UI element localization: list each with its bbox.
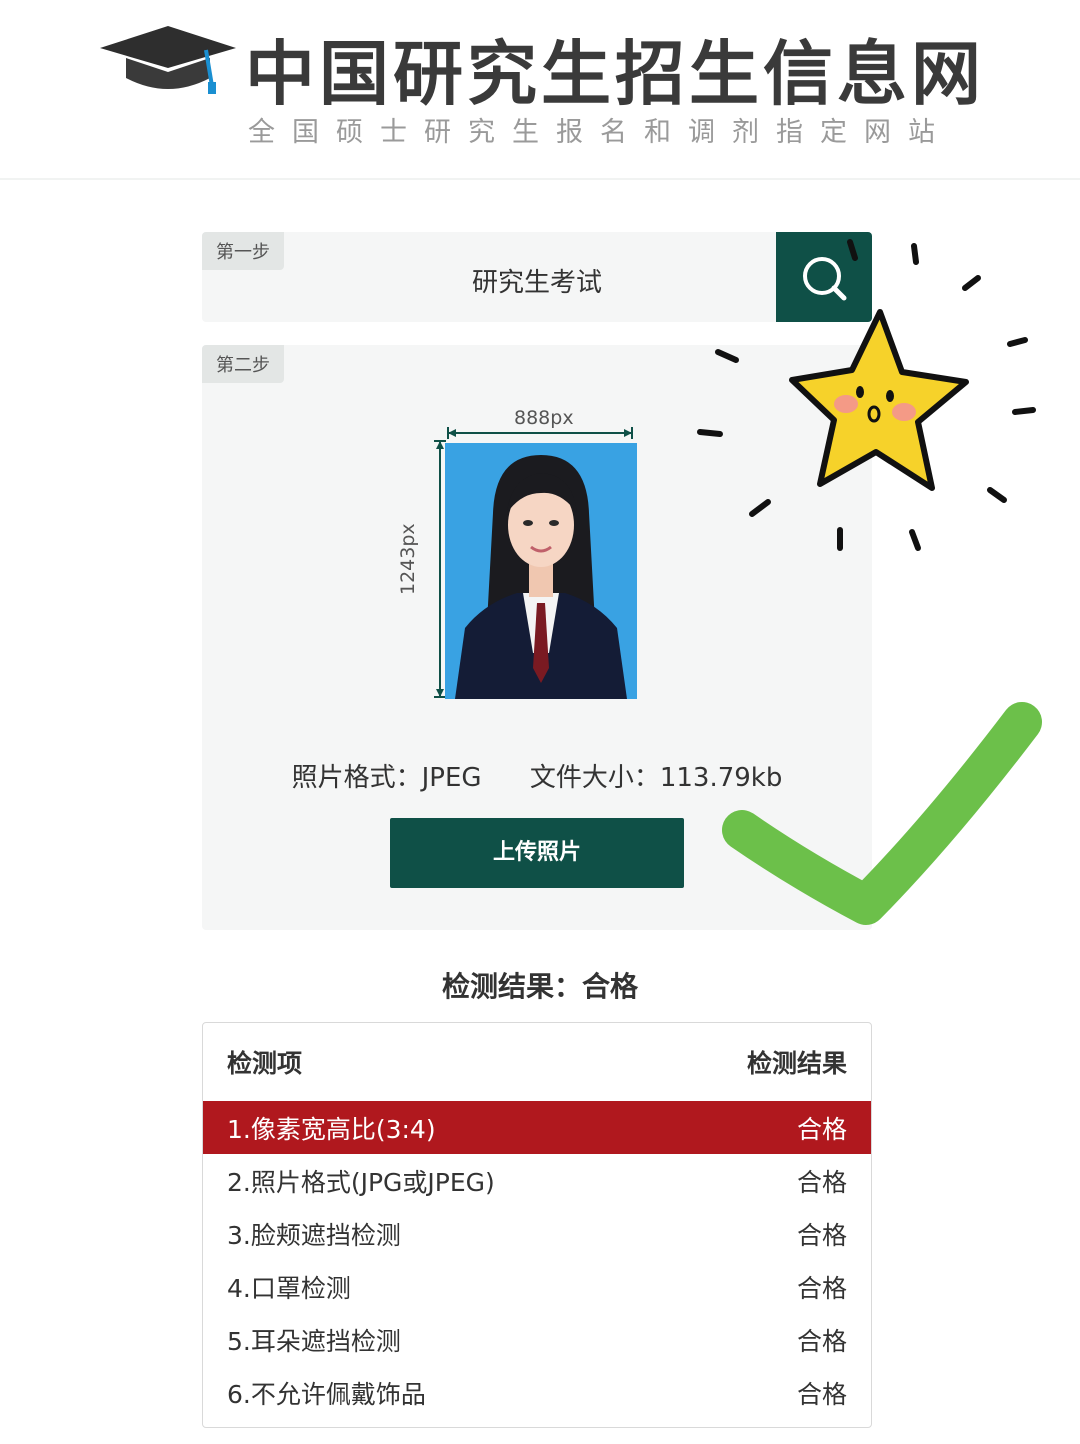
result-table: 检测项 检测结果 1.像素宽高比(3:4) 合格 2.照片格式(JPG或JPEG…: [202, 1022, 872, 1428]
row-status: 合格: [796, 1326, 847, 1356]
row-status: 合格: [796, 1114, 847, 1144]
step2-panel: 第二步 888px 1243px 照片格式：JPEG 文件大小：113.79kb…: [202, 345, 872, 930]
row-status: 合格: [796, 1379, 847, 1409]
table-row[interactable]: 5.耳朵遮挡检测 合格: [203, 1313, 871, 1366]
column-header-item: 检测项: [227, 1049, 303, 1078]
row-item: 5.耳朵遮挡检测: [227, 1326, 401, 1356]
row-status: 合格: [796, 1273, 847, 1303]
id-photo: [445, 443, 637, 699]
file-size-text: 文件大小：113.79kb: [529, 763, 783, 793]
table-row[interactable]: 1.像素宽高比(3:4) 合格: [203, 1101, 871, 1154]
search-query-text[interactable]: 研究生考试: [202, 262, 872, 299]
table-row[interactable]: 6.不允许佩戴饰品 合格: [203, 1366, 871, 1419]
graduation-cap-icon: [100, 26, 236, 94]
row-item: 6.不允许佩戴饰品: [227, 1379, 426, 1409]
row-item: 4.口罩检测: [227, 1273, 351, 1303]
step2-badge: 第二步: [202, 345, 284, 383]
row-item: 2.照片格式(JPG或JPEG): [227, 1167, 495, 1197]
table-row[interactable]: 3.脸颊遮挡检测 合格: [203, 1207, 871, 1260]
photo-meta: 照片格式：JPEG 文件大小：113.79kb: [202, 757, 872, 794]
search-button[interactable]: [776, 232, 872, 322]
site-title: 中国研究生招生信息网: [245, 33, 985, 115]
header-divider: [0, 178, 1080, 180]
search-icon: [803, 257, 847, 301]
table-header: 检测项 检测结果: [203, 1023, 871, 1101]
portrait-figure: [455, 455, 627, 699]
table-row[interactable]: 4.口罩检测 合格: [203, 1260, 871, 1313]
column-header-result: 检测结果: [746, 1049, 847, 1078]
site-header: 中国研究生招生信息网 全国硕士研究生报名和调剂指定网站: [0, 0, 1080, 180]
row-item: 3.脸颊遮挡检测: [227, 1220, 401, 1250]
upload-photo-button[interactable]: 上传照片: [390, 818, 684, 888]
result-title: 检测结果：合格: [441, 970, 638, 1003]
row-status: 合格: [796, 1220, 847, 1250]
row-item: 1.像素宽高比(3:4): [227, 1114, 436, 1144]
step1-panel: 第一步 研究生考试: [202, 232, 872, 322]
photo-format-text: 照片格式：JPEG: [291, 763, 482, 793]
table-row[interactable]: 2.照片格式(JPG或JPEG) 合格: [203, 1154, 871, 1207]
site-subtitle: 全国硕士研究生报名和调剂指定网站: [248, 117, 952, 148]
row-status: 合格: [796, 1167, 847, 1197]
photo-height-label: 1243px: [397, 523, 419, 595]
